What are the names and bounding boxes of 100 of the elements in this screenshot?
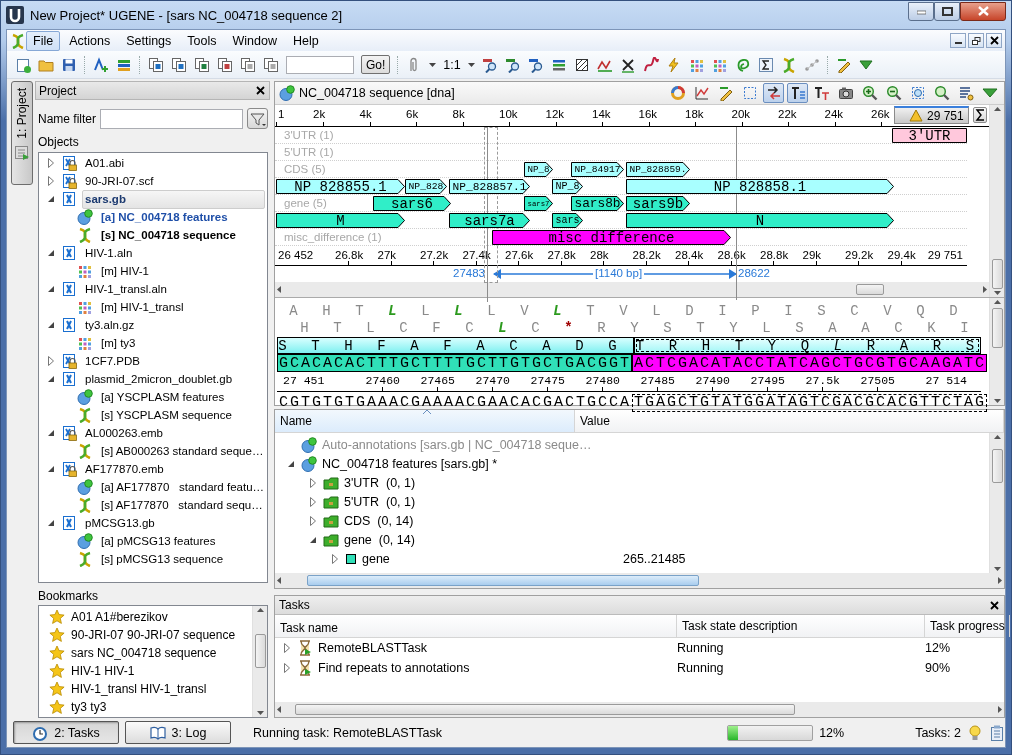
tree-item[interactable]: [s] NC_004718 sequence — [98, 225, 265, 245]
arrow-icon[interactable] — [275, 285, 283, 294]
annotation-arrow[interactable]: sars8b — [571, 196, 624, 211]
bookmark-item[interactable]: A01 A1#berezikov — [71, 610, 168, 624]
annotation-arrow[interactable]: sars — [552, 213, 583, 228]
caret-icon[interactable] — [467, 62, 475, 67]
bookmark-item[interactable]: 90-JRI-07 90-JRI-07 sequence — [71, 628, 236, 642]
expander-icon[interactable] — [307, 476, 319, 489]
scroll-thumb[interactable] — [991, 259, 1003, 289]
documents-icon[interactable] — [194, 56, 210, 73]
scroll-thumb[interactable] — [254, 634, 266, 668]
squiggle-icon[interactable] — [642, 56, 659, 73]
restore-button[interactable] — [968, 33, 984, 48]
caret-icon[interactable] — [429, 62, 437, 67]
arrow-icon[interactable] — [275, 705, 283, 714]
tree-item[interactable]: NC_004718 features [sars.gb] * — [322, 456, 498, 471]
new-document-icon[interactable] — [15, 56, 31, 73]
arrow-icon[interactable] — [992, 433, 1002, 441]
annotation-arrow[interactable]: NP_8 — [552, 179, 583, 194]
scroll-thumb[interactable] — [991, 308, 1003, 348]
vertical-scrollbar[interactable] — [989, 298, 1004, 405]
annotation-arrow[interactable]: sars9b — [626, 196, 690, 211]
expander-icon[interactable] — [45, 355, 57, 367]
vertical-scrollbar[interactable] — [989, 433, 1004, 573]
tree-item[interactable]: [a] pMCSG13 features — [98, 531, 265, 551]
annotation-arrow[interactable]: NP_828 — [405, 179, 447, 194]
annotation-arrow[interactable]: NP_84917 — [571, 162, 624, 177]
column-header[interactable]: Name — [275, 410, 575, 432]
search-icon[interactable] — [527, 56, 544, 73]
expander-icon[interactable] — [329, 552, 341, 565]
expander-icon[interactable] — [45, 175, 57, 187]
search-field[interactable] — [286, 55, 354, 74]
tree-item[interactable]: 90-JRI-07.scf — [82, 171, 265, 191]
tree-item[interactable]: [s] YSCPLASM sequence — [98, 405, 265, 425]
tree-item[interactable]: sars.gb — [82, 189, 265, 209]
side-tab[interactable]: 1: Project — [11, 81, 33, 185]
documents-icon[interactable] — [240, 56, 256, 73]
annotation-arrow[interactable]: NP_828859. — [626, 162, 690, 177]
hatched-square-icon[interactable] — [573, 56, 590, 73]
tree-item[interactable]: [a] NC_004718 features — [98, 207, 265, 227]
horizontal-scrollbar[interactable] — [275, 573, 1004, 588]
annotation-arrow[interactable]: NP_828857.1 — [449, 179, 530, 194]
tree-item[interactable]: CDS (0, 14) — [344, 513, 414, 528]
column-header[interactable]: Value — [575, 410, 1004, 432]
search-icon[interactable] — [481, 56, 498, 73]
scroll-thumb[interactable] — [307, 575, 699, 586]
expander-icon[interactable] — [307, 514, 319, 527]
annotation-bar[interactable]: S T H F A F A C A D G — [277, 337, 635, 354]
arrow-icon[interactable] — [992, 105, 1002, 113]
save-icon[interactable] — [61, 56, 77, 73]
tree-item[interactable]: Auto-annotations [sars.gb | NC_004718 seque… — [322, 437, 592, 452]
annotation-bar[interactable]: T R H T Y Q L R A R S — [634, 337, 981, 354]
documents-icon[interactable] — [148, 56, 164, 73]
dots-icon[interactable] — [803, 56, 820, 73]
menu-item[interactable]: Tools — [180, 30, 224, 51]
documents-icon[interactable] — [217, 56, 233, 73]
expander-icon[interactable] — [281, 642, 293, 654]
expander-icon[interactable] — [281, 662, 293, 674]
scroll-thumb[interactable] — [295, 704, 795, 715]
scroll-thumb[interactable] — [856, 284, 884, 295]
lines-button[interactable] — [787, 83, 808, 103]
tree-item[interactable]: [m] HIV-1 — [98, 261, 265, 281]
annotation-arrow[interactable]: sars7a — [449, 213, 530, 228]
horizontal-scrollbar[interactable] — [275, 702, 1004, 717]
minimize-button[interactable] — [950, 33, 966, 48]
panel-toggle-button[interactable]: 2: Tasks — [13, 721, 119, 744]
vertical-scrollbar[interactable] — [252, 606, 267, 717]
arrow-icon[interactable] — [275, 576, 283, 585]
annotation-arrow[interactable]: NP_8 — [524, 162, 553, 177]
tree-item[interactable]: AL000263.emb — [82, 423, 265, 443]
swap-button[interactable] — [763, 83, 784, 103]
expander-icon[interactable] — [45, 157, 57, 169]
pencil-icon[interactable] — [835, 56, 852, 73]
expander-icon[interactable] — [307, 495, 319, 508]
horizontal-scrollbar[interactable] — [275, 282, 989, 297]
menu-item[interactable]: Actions — [62, 30, 118, 51]
tree-item[interactable]: [s] AB000263 standard seque… — [98, 441, 265, 461]
tree-item[interactable]: [a] AF177870 standard featu… — [98, 477, 266, 497]
tree-item[interactable]: [s] AF177870 standard sequ… — [98, 495, 265, 515]
menu-item[interactable]: Settings — [119, 30, 179, 51]
tree-item[interactable]: A01.abi — [82, 153, 265, 173]
menu-item[interactable]: Help — [286, 30, 326, 51]
search-icon[interactable] — [504, 56, 521, 73]
cross-icon[interactable] — [619, 56, 636, 73]
bookmark-item[interactable]: sars NC_004718 sequence — [71, 646, 217, 660]
annotation-arrow[interactable]: sars6 — [373, 196, 451, 211]
column-header[interactable]: Task progress — [925, 615, 1010, 637]
maximize-button[interactable] — [934, 1, 960, 21]
column-header[interactable]: Task name — [275, 615, 677, 637]
tree-item[interactable]: 1CF7.PDB — [82, 351, 265, 371]
go-button[interactable]: Go! — [361, 55, 391, 74]
tree-item[interactable]: pMCSG13.gb — [82, 513, 265, 533]
sum-button[interactable] — [973, 107, 987, 123]
panel-toggle-button[interactable]: 3: Log — [125, 721, 231, 744]
visible-range-box[interactable]: 29 751 — [894, 106, 969, 124]
sigma-icon[interactable] — [757, 56, 774, 73]
tree-item[interactable]: ty3.aln.gz — [82, 315, 265, 335]
tree-item[interactable]: 3'UTR (0, 1) — [344, 475, 416, 490]
add-icon[interactable] — [93, 56, 109, 73]
tree-item[interactable]: HIV-1_transl.aln — [82, 279, 265, 299]
